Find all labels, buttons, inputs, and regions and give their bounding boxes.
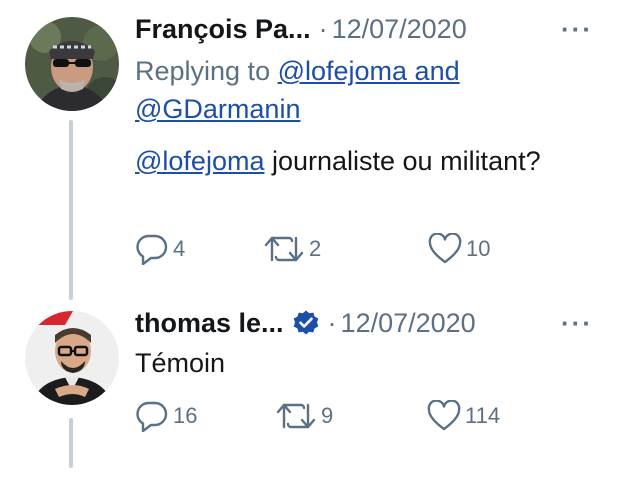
separator-dot: ·	[327, 308, 337, 338]
more-icon[interactable]: ···	[561, 306, 593, 340]
like-button[interactable]: 114	[427, 400, 500, 432]
reply-count: 4	[173, 236, 186, 261]
retweet-button[interactable]: 2	[263, 233, 428, 265]
replying-to: Replying to @lofejoma and @GDarmanin	[135, 52, 605, 128]
reply-button[interactable]: 4	[135, 233, 263, 265]
tweet-text: @lofejoma journaliste ou militant?	[135, 142, 595, 180]
tweet-date[interactable]: 12/07/2020	[332, 12, 467, 46]
heart-icon	[428, 233, 462, 264]
author-name[interactable]: thomas le...	[135, 306, 284, 340]
like-count: 114	[465, 403, 501, 428]
reply-icon	[136, 234, 168, 265]
retweet-icon	[276, 403, 316, 429]
replying-prefix: Replying to	[135, 56, 278, 86]
thread-line-bottom	[69, 418, 73, 468]
mention-link[interactable]: @lofejoma and	[278, 56, 460, 86]
retweet-count: 9	[321, 403, 334, 428]
like-count: 10	[466, 236, 491, 261]
verified-badge-icon	[293, 310, 318, 335]
reply-button[interactable]: 16	[135, 400, 275, 432]
tweet-header: François Pa... · 12/07/2020 ···	[135, 12, 593, 46]
separator-dot: ·	[318, 14, 328, 44]
tweet-text-body: journaliste ou militant?	[264, 146, 541, 176]
tweet-actions: 4 2 10	[135, 229, 555, 269]
more-icon[interactable]: ···	[561, 12, 593, 46]
tweet-text: Témoin	[135, 344, 595, 382]
tweet-text-body: Témoin	[135, 348, 226, 378]
avatar-thomas[interactable]	[25, 311, 119, 405]
mention-link[interactable]: @GDarmanin	[135, 94, 300, 124]
tweet-actions: 16 9 114	[135, 396, 555, 436]
retweet-icon	[264, 236, 304, 262]
tweet-date[interactable]: 12/07/2020	[341, 306, 476, 340]
retweet-count: 2	[309, 236, 322, 261]
author-name[interactable]: François Pa...	[135, 12, 311, 46]
thread-line-top	[69, 120, 73, 300]
reply-icon	[136, 401, 168, 432]
mention-link[interactable]: @lofejoma	[135, 146, 264, 176]
like-button[interactable]: 10	[428, 233, 490, 265]
avatar-francois[interactable]	[25, 17, 119, 111]
heart-icon	[427, 400, 461, 431]
tweet-header: thomas le... · 12/07/2020 ···	[135, 306, 593, 340]
reply-count: 16	[173, 403, 198, 428]
retweet-button[interactable]: 9	[275, 400, 427, 432]
